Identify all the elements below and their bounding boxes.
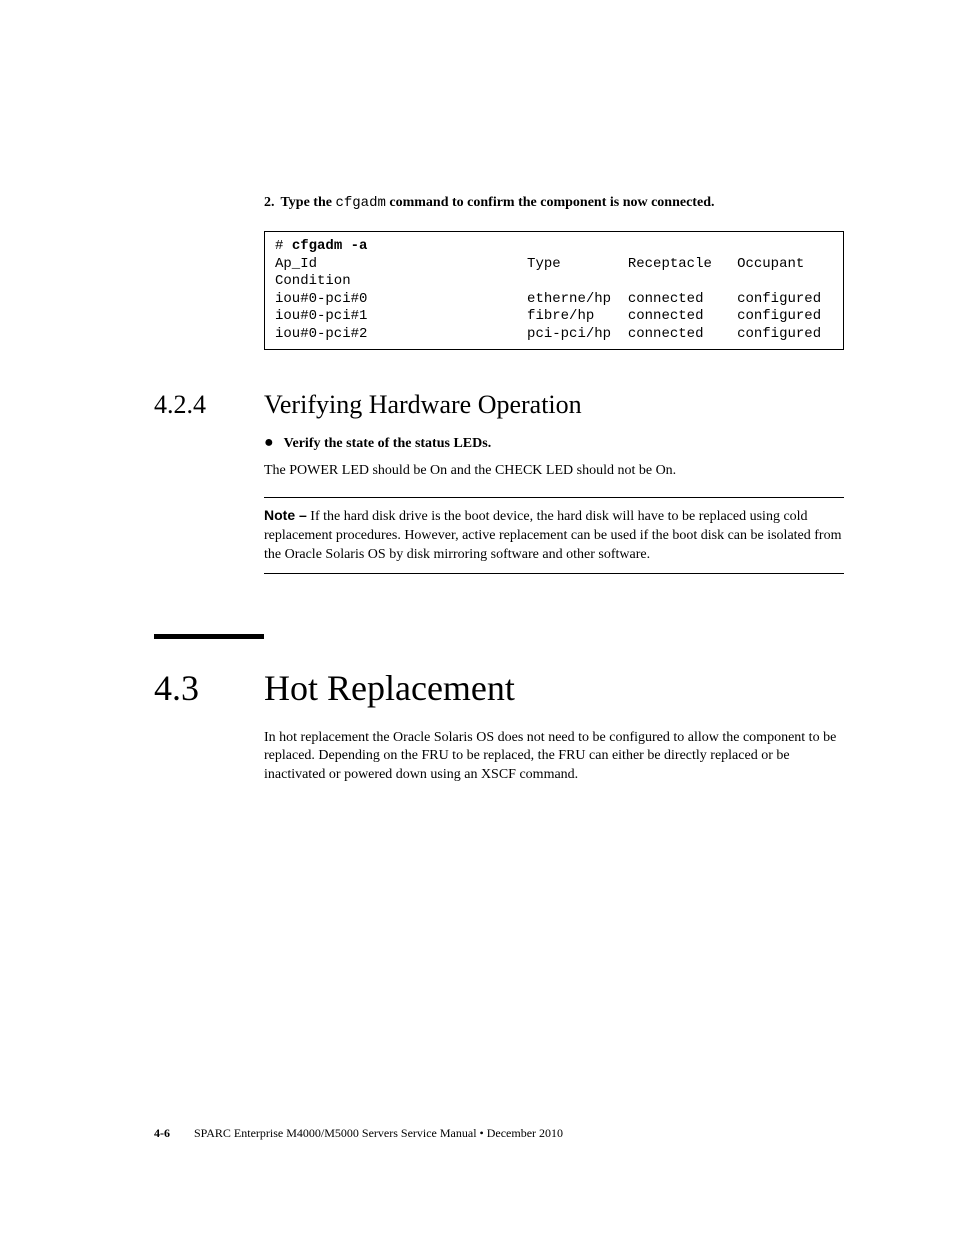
code-row-2: iou#0-pci#2 pci-pci/hp connected configu… bbox=[275, 326, 844, 342]
footer-page-number: 4-6 bbox=[154, 1126, 170, 1140]
bullet-verify-leds: ● Verify the state of the status LEDs. bbox=[264, 434, 844, 452]
section-divider-bar bbox=[154, 634, 264, 639]
code-prompt: # bbox=[275, 238, 292, 254]
body-424: The POWER LED should be On and the CHECK… bbox=[264, 462, 844, 481]
footer-text: SPARC Enterprise M4000/M5000 Servers Ser… bbox=[194, 1126, 563, 1140]
note-label: Note – bbox=[264, 507, 307, 523]
heading-424-title: Verifying Hardware Operation bbox=[264, 390, 582, 420]
heading-43-number: 4.3 bbox=[154, 667, 264, 709]
note-text: If the hard disk drive is the boot devic… bbox=[264, 509, 841, 562]
code-row-1: iou#0-pci#1 fibre/hp connected configure… bbox=[275, 308, 844, 324]
code-output-box: # cfgadm -a Ap_Id Type Receptacle Occupa… bbox=[264, 231, 844, 350]
step-number: 2. bbox=[264, 195, 275, 210]
code-row-0: iou#0-pci#0 etherne/hp connected configu… bbox=[275, 291, 844, 307]
step-command-inline: cfgadm bbox=[335, 195, 385, 211]
heading-43: 4.3 Hot Replacement bbox=[154, 667, 844, 709]
body-43: In hot replacement the Oracle Solaris OS… bbox=[264, 729, 844, 786]
step-suffix: command to confirm the component is now … bbox=[386, 195, 715, 210]
code-command: cfgadm -a bbox=[292, 238, 368, 254]
step-prefix: Type the bbox=[281, 195, 336, 210]
step-2: 2. Type the cfgadm command to confirm the… bbox=[264, 195, 844, 211]
heading-43-title: Hot Replacement bbox=[264, 667, 515, 709]
bullet-icon: ● bbox=[264, 434, 274, 451]
page-footer: 4-6 SPARC Enterprise M4000/M5000 Servers … bbox=[154, 1126, 563, 1141]
heading-424-number: 4.2.4 bbox=[154, 390, 264, 420]
note-rule-bottom bbox=[264, 573, 844, 574]
bullet-text: Verify the state of the status LEDs. bbox=[284, 436, 492, 451]
note-block: Note – If the hard disk drive is the boo… bbox=[264, 506, 844, 565]
note-rule-top bbox=[264, 497, 844, 498]
code-header: Ap_Id Type Receptacle Occupant Condition bbox=[275, 256, 804, 290]
heading-424: 4.2.4 Verifying Hardware Operation bbox=[154, 390, 844, 420]
